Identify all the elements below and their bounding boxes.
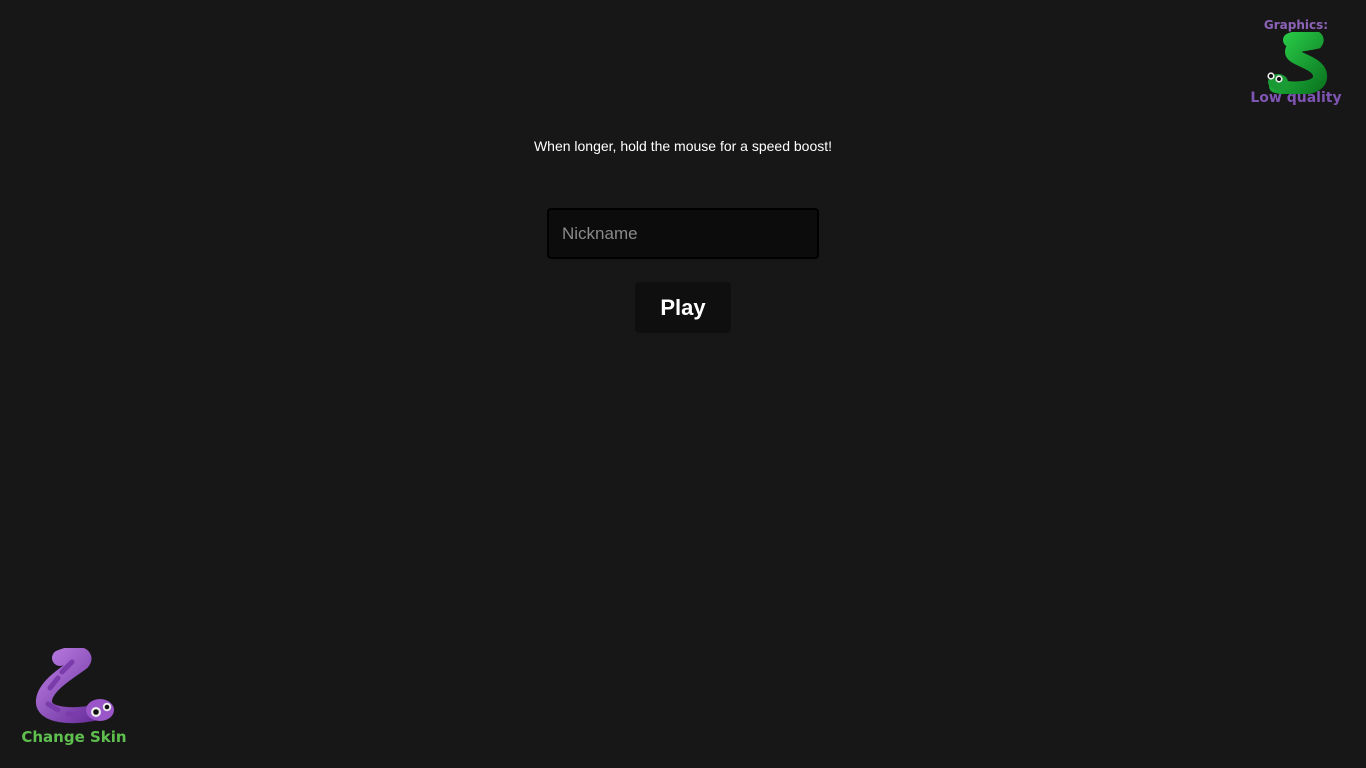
nickname-input[interactable] — [547, 208, 819, 259]
speed-boost-tip: When longer, hold the mouse for a speed … — [533, 138, 833, 154]
purple-snake-icon — [36, 648, 114, 724]
game-start-screen: When longer, hold the mouse for a speed … — [0, 0, 1366, 768]
change-skin-label: Change Skin — [21, 728, 127, 746]
graphics-quality-toggle[interactable]: Graphics: Low quality — [1246, 16, 1346, 112]
graphics-quality-label: Low quality — [1250, 90, 1342, 106]
graphics-label: Graphics: — [1263, 18, 1329, 32]
green-snake-icon — [1267, 32, 1327, 94]
play-button[interactable]: Play — [635, 282, 731, 333]
change-skin-button[interactable]: Change Skin — [18, 648, 130, 752]
